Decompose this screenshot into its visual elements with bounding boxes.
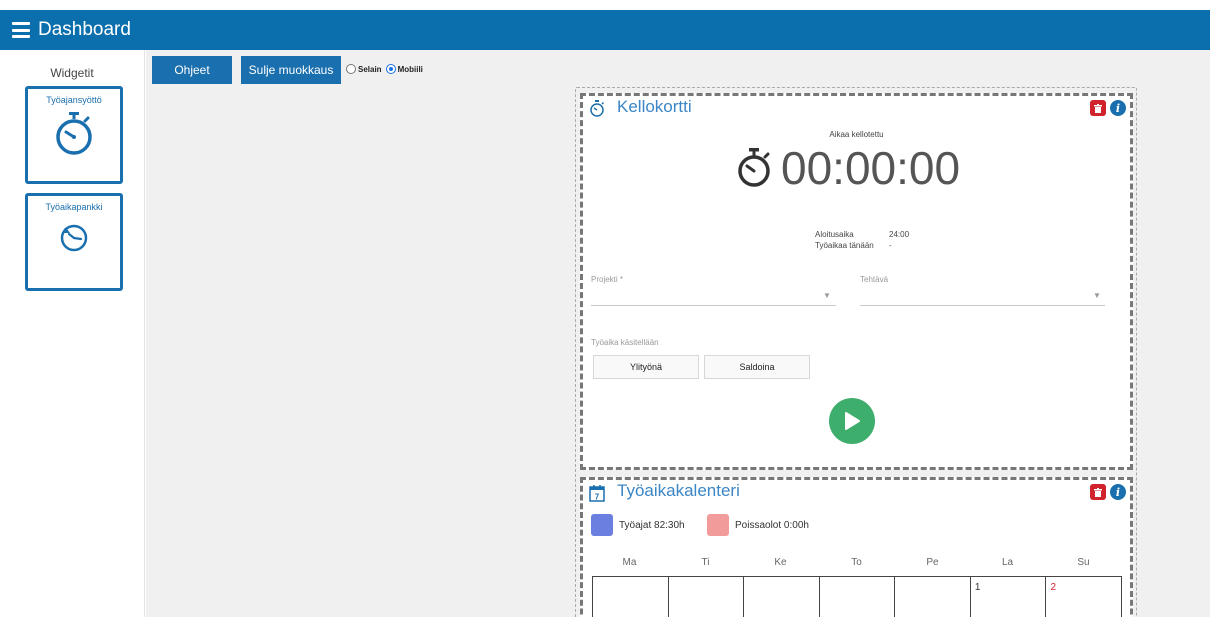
calendar-day-cell[interactable] bbox=[744, 577, 820, 617]
stopwatch-icon bbox=[56, 112, 92, 155]
radio-browser-label: Selain bbox=[358, 64, 382, 74]
delete-widget-button[interactable] bbox=[1090, 484, 1106, 500]
stopwatch-icon bbox=[590, 100, 605, 117]
today-worktime-value: - bbox=[889, 241, 892, 250]
trash-icon bbox=[1094, 487, 1102, 497]
calendar-day-cell[interactable]: 2 bbox=[1046, 577, 1121, 617]
weekday-header: To bbox=[851, 557, 862, 568]
project-select[interactable] bbox=[591, 305, 836, 306]
chevron-down-icon[interactable]: ▼ bbox=[823, 291, 831, 300]
delete-widget-button[interactable] bbox=[1090, 100, 1106, 116]
project-label: Projekti * bbox=[591, 275, 624, 284]
task-select[interactable] bbox=[860, 305, 1105, 306]
worktime-legend-swatch bbox=[591, 514, 613, 536]
timer-value: 00:00:00 bbox=[781, 142, 961, 194]
calendar-day-cell[interactable] bbox=[593, 577, 669, 617]
start-time-label: Aloitusaika bbox=[815, 230, 854, 239]
handling-label: Työaika käsitellään bbox=[591, 338, 659, 347]
calendar-grid: 1 2 bbox=[592, 576, 1122, 617]
info-icon[interactable]: i bbox=[1110, 484, 1126, 500]
close-edit-button[interactable]: Sulje muokkaus bbox=[241, 56, 341, 84]
trash-icon bbox=[1094, 103, 1102, 113]
absence-legend-label: Poissaolot 0:00h bbox=[735, 520, 809, 531]
calendar-widget: 7 Työaikakalenteri i Työajat 82:30h Pois… bbox=[580, 477, 1133, 617]
radio-browser[interactable] bbox=[346, 64, 356, 74]
widget-sidebar: Widgetit Työajansyöttö Työaikapankki bbox=[0, 50, 145, 617]
weekday-header: Ke bbox=[774, 557, 787, 568]
calendar-day-cell[interactable]: 1 bbox=[971, 577, 1047, 617]
weekday-header: La bbox=[1001, 557, 1014, 568]
calendar-day-cell[interactable] bbox=[669, 577, 745, 617]
weekday-header: Su bbox=[1077, 557, 1090, 568]
page-title: Dashboard bbox=[38, 19, 131, 40]
start-time-value: 24:00 bbox=[889, 230, 910, 239]
widget-label: Työaikapankki bbox=[45, 202, 103, 212]
calendar-day-cell[interactable] bbox=[895, 577, 971, 617]
weekday-header: Pe bbox=[926, 557, 939, 568]
calendar-day-cell[interactable] bbox=[820, 577, 896, 617]
menu-icon[interactable] bbox=[12, 22, 30, 38]
absence-legend-swatch bbox=[707, 514, 729, 536]
sidebar-heading: Widgetit bbox=[50, 66, 94, 80]
widget-time-bank[interactable]: Työaikapankki bbox=[25, 193, 123, 291]
info-icon[interactable]: i bbox=[1110, 100, 1126, 116]
clock-card-widget: Kellokortti i Aikaa kellotettu 00:00:00 … bbox=[580, 93, 1133, 470]
timer-status: Aikaa kellotettu bbox=[829, 130, 884, 139]
stopwatch-icon bbox=[738, 148, 770, 187]
radio-mobile[interactable] bbox=[385, 64, 396, 74]
dashboard-main: Ohjeet Sulje muokkaus Selain Mobiili Kel… bbox=[146, 50, 1210, 617]
task-label: Tehtävä bbox=[860, 275, 889, 284]
svg-text:7: 7 bbox=[595, 493, 600, 502]
widget-label: Työajansyöttö bbox=[46, 95, 102, 105]
play-icon bbox=[845, 412, 860, 430]
balance-button[interactable]: Saldoina bbox=[704, 355, 810, 379]
help-button[interactable]: Ohjeet bbox=[152, 56, 232, 84]
radio-mobile-label: Mobiili bbox=[397, 64, 423, 74]
clock-history-icon bbox=[60, 224, 88, 252]
view-mode-selector: Selain Mobiili bbox=[346, 64, 427, 74]
today-worktime-label: Työaikaa tänään bbox=[815, 241, 874, 250]
chevron-down-icon[interactable]: ▼ bbox=[1093, 291, 1101, 300]
top-bar: Dashboard bbox=[0, 10, 1210, 50]
widget-time-entry[interactable]: Työajansyöttö bbox=[25, 86, 123, 184]
calendar-title: Työaikakalenteri bbox=[617, 481, 740, 500]
weekday-header: Ma bbox=[622, 557, 637, 568]
start-timer-button[interactable] bbox=[829, 398, 875, 444]
calendar-icon: 7 bbox=[589, 485, 605, 502]
worktime-legend-label: Työajat 82:30h bbox=[619, 520, 685, 531]
timer-display: 00:00:00 bbox=[735, 141, 960, 195]
overtime-button[interactable]: Ylityönä bbox=[593, 355, 699, 379]
clock-card-title: Kellokortti bbox=[617, 97, 692, 116]
weekday-header: Ti bbox=[701, 557, 710, 568]
widget-layout-frame: Kellokortti i Aikaa kellotettu 00:00:00 … bbox=[575, 87, 1137, 617]
